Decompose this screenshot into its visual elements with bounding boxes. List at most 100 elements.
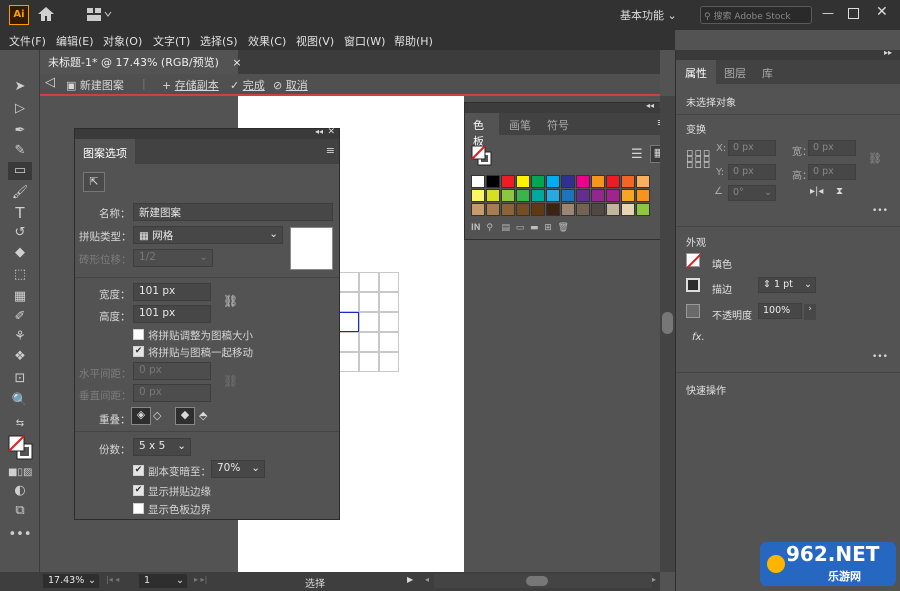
overlap-bottom-icon[interactable]: ⬘ — [199, 409, 207, 422]
color-swatch[interactable] — [471, 203, 485, 216]
swatches-panel-header[interactable]: ◂◂ ✕ — [465, 101, 670, 113]
dialog-header[interactable]: ◂◂ ✕ — [75, 127, 339, 139]
selection-tool-icon[interactable]: ➤ — [8, 78, 32, 96]
dim-copies-checkbox[interactable]: ✔ — [133, 465, 144, 476]
new-folder-icon[interactable]: ▬ — [530, 223, 539, 233]
y-input[interactable]: 0 px — [728, 164, 776, 180]
fill-swatch[interactable] — [686, 253, 702, 269]
swap-fill-stroke-icon[interactable]: ⇆ — [8, 415, 32, 433]
transform-more-icon[interactable]: ••• — [872, 206, 888, 216]
collapse-icon[interactable]: ◂◂ — [646, 101, 654, 110]
color-swatch[interactable] — [486, 175, 500, 188]
tab-symbols[interactable]: 符号 — [547, 117, 569, 133]
stroke-swatch[interactable] — [686, 278, 700, 292]
menu-edit[interactable]: 编辑(E) — [56, 33, 94, 49]
color-swatch[interactable] — [546, 189, 560, 202]
vertical-scrollbar[interactable] — [660, 96, 675, 572]
link-icon[interactable]: ⛓ — [223, 294, 238, 308]
delete-swatch-icon[interactable]: 🗑 — [558, 223, 569, 233]
rectangle-tool-icon[interactable]: ▭ — [8, 162, 32, 180]
overlap-left-icon[interactable]: ◈ — [131, 407, 151, 425]
maximize-button[interactable] — [848, 8, 859, 19]
collapse-icon[interactable]: ◂◂ — [315, 127, 323, 136]
swatch-options-icon[interactable]: ▤ — [502, 223, 511, 233]
paintbrush-tool-icon[interactable]: 🖌 — [8, 184, 32, 202]
new-swatch-icon[interactable]: ⊞ — [544, 223, 552, 233]
horizontal-scrollbar[interactable] — [434, 574, 652, 588]
reference-point-icon[interactable]: ▫▫▫ ▫▫▫ ▫▫▫ — [686, 147, 711, 170]
scroll-left-icon[interactable]: ◂ — [425, 575, 429, 584]
angle-select[interactable]: 0° ⌄ — [728, 185, 776, 201]
color-swatch[interactable] — [516, 175, 530, 188]
color-swatch[interactable] — [501, 203, 515, 216]
close-tab-icon[interactable]: × — [232, 56, 241, 69]
color-swatch[interactable] — [606, 203, 620, 216]
gradient-tool-icon[interactable]: ▦ — [8, 288, 32, 306]
opacity-input[interactable]: 100% — [758, 303, 802, 319]
color-swatch[interactable] — [576, 175, 590, 188]
exit-pattern-mode-icon[interactable]: ◁ — [45, 75, 55, 90]
tab-layers[interactable]: 图层 — [724, 65, 746, 81]
panel-menu-icon[interactable]: ≡ — [326, 144, 335, 157]
tab-brushes[interactable]: 画笔 — [509, 117, 531, 133]
color-swatch[interactable] — [591, 189, 605, 202]
color-swatch[interactable] — [591, 203, 605, 216]
color-swatch[interactable] — [486, 189, 500, 202]
color-swatch[interactable] — [606, 175, 620, 188]
stroke-weight-input[interactable]: ⇕ 1 pt ⌄ — [758, 277, 816, 293]
color-swatch[interactable] — [471, 189, 485, 202]
close-panel-icon[interactable]: ✕ — [327, 127, 335, 137]
save-copy-button[interactable]: + 存储副本 — [162, 77, 219, 93]
first-artboard-icon[interactable]: |◂ ◂ — [106, 575, 119, 584]
menu-help[interactable]: 帮助(H) — [394, 33, 433, 49]
fx-button[interactable]: fx. — [692, 332, 705, 343]
color-swatch[interactable] — [516, 203, 530, 216]
menu-type[interactable]: 文字(T) — [153, 33, 190, 49]
color-swatch[interactable] — [486, 203, 500, 216]
status-menu-icon[interactable]: ▶ — [407, 575, 413, 584]
show-tile-edge-checkbox[interactable]: ✔ — [133, 485, 144, 496]
color-mode-icon[interactable]: ■▯▨ — [8, 464, 32, 482]
color-swatch[interactable] — [531, 189, 545, 202]
color-swatch[interactable] — [561, 203, 575, 216]
done-button[interactable]: ✓ 完成 — [230, 77, 265, 93]
color-swatch[interactable] — [606, 189, 620, 202]
direct-selection-tool-icon[interactable]: ▷ — [8, 100, 32, 118]
menu-effect[interactable]: 效果(C) — [248, 33, 286, 49]
color-swatch[interactable] — [531, 175, 545, 188]
height-input[interactable]: 101 px — [133, 305, 211, 323]
color-swatch[interactable] — [501, 175, 515, 188]
zoom-tool-icon[interactable]: 🔍 — [8, 392, 32, 410]
chevron-right-icon[interactable]: › — [804, 304, 816, 320]
type-tool-icon[interactable]: T — [8, 204, 32, 222]
dim-copies-input[interactable]: 70% ⌄ — [211, 460, 265, 478]
h-scroll-thumb[interactable] — [526, 576, 548, 586]
workspace-switcher[interactable]: 基本功能 ⌄ — [620, 7, 677, 23]
color-swatch[interactable] — [546, 175, 560, 188]
resize-tile-checkbox[interactable] — [133, 329, 144, 340]
zoom-select[interactable]: 17.43% ⌄ — [42, 573, 100, 589]
flip-horizontal-icon[interactable]: ▸|◂ — [810, 186, 823, 197]
color-swatch[interactable] — [576, 203, 590, 216]
cancel-button[interactable]: ⊘ 取消 — [273, 77, 308, 93]
close-window-button[interactable]: ✕ — [876, 4, 888, 20]
document-tab[interactable]: 未标题-1* @ 17.43% (RGB/预览) × — [40, 50, 242, 74]
scroll-thumb[interactable] — [662, 312, 673, 334]
minimize-button[interactable]: — — [822, 6, 834, 20]
pen-tool-icon[interactable]: ✒ — [8, 122, 32, 140]
copies-select[interactable]: 5 x 5 ⌄ — [133, 438, 191, 456]
screen-mode-icon[interactable]: ⧉ — [8, 502, 32, 520]
color-swatch[interactable] — [531, 203, 545, 216]
last-artboard-icon[interactable]: ▸ ▸| — [194, 575, 207, 584]
constrain-proportions-icon[interactable]: ⛓ — [868, 152, 882, 165]
color-swatch[interactable] — [636, 203, 650, 216]
tab-properties[interactable]: 属性 — [676, 60, 716, 84]
swatch-library-icon[interactable]: 𝐈𝐍 — [471, 223, 481, 233]
home-icon[interactable] — [37, 6, 55, 22]
fill-stroke-widget[interactable] — [8, 435, 34, 461]
move-tile-checkbox[interactable]: ✔ — [133, 346, 144, 357]
overlap-top-icon[interactable]: ◆ — [175, 407, 195, 425]
fill-stroke-swatch[interactable] — [471, 145, 493, 167]
color-swatch[interactable] — [621, 189, 635, 202]
list-view-icon[interactable]: ☰ — [631, 147, 643, 162]
